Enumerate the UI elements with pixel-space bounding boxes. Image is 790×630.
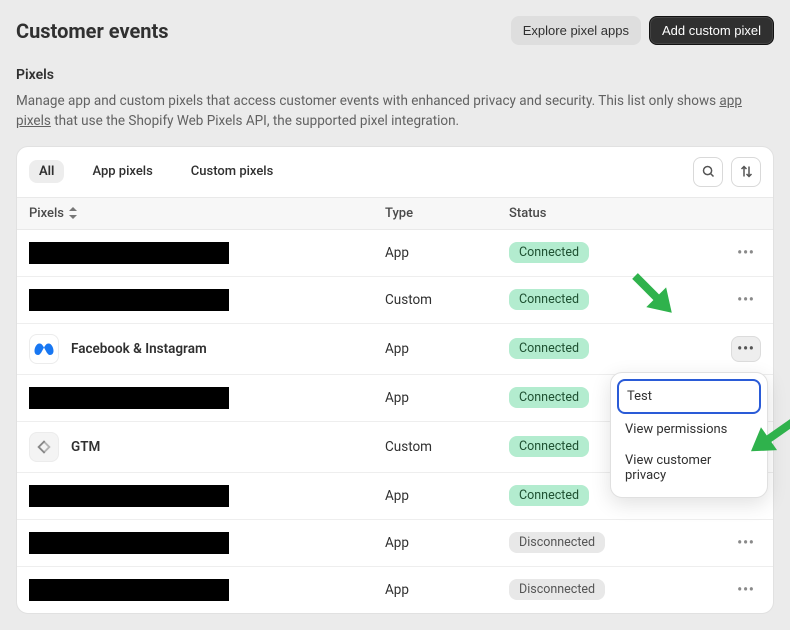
column-header-pixels[interactable]: Pixels bbox=[29, 206, 385, 221]
page-title: Customer events bbox=[16, 19, 169, 43]
redacted-name bbox=[29, 289, 229, 311]
cell-type: App bbox=[385, 535, 509, 551]
redacted-name bbox=[29, 485, 229, 507]
cell-actions: ••• bbox=[649, 577, 761, 603]
more-icon: ••• bbox=[737, 582, 755, 598]
status-badge: Connected bbox=[509, 242, 589, 263]
cell-status: Connected bbox=[509, 289, 649, 310]
table-row: AppDisconnected ••• bbox=[17, 520, 773, 567]
section-description: Manage app and custom pixels that access… bbox=[16, 91, 774, 132]
search-icon bbox=[701, 164, 716, 179]
cell-actions: ••• bbox=[649, 530, 761, 556]
cell-type: App bbox=[385, 341, 509, 357]
row-actions-popover: Test View permissions View customer priv… bbox=[610, 372, 768, 498]
cell-type: Custom bbox=[385, 439, 509, 455]
page-header: Customer events Explore pixel apps Add c… bbox=[16, 16, 774, 45]
cell-type: App bbox=[385, 245, 509, 261]
pixel-name: GTM bbox=[71, 439, 100, 455]
cell-name bbox=[29, 532, 385, 554]
column-header-status: Status bbox=[509, 206, 649, 221]
column-header-type: Type bbox=[385, 206, 509, 221]
more-icon: ••• bbox=[737, 292, 755, 308]
status-badge: Connected bbox=[509, 289, 589, 310]
status-badge: Connected bbox=[509, 387, 589, 408]
toolbar-icons bbox=[693, 157, 761, 187]
status-badge: Disconnected bbox=[509, 579, 605, 600]
redacted-name bbox=[29, 532, 229, 554]
cell-type: Custom bbox=[385, 292, 509, 308]
sort-button[interactable] bbox=[731, 157, 761, 187]
cell-name bbox=[29, 579, 385, 601]
cell-name bbox=[29, 242, 385, 264]
status-badge: Connected bbox=[509, 436, 589, 457]
table-row: Facebook & Instagram AppConnected ••• bbox=[17, 324, 773, 375]
cell-name: Facebook & Instagram bbox=[29, 334, 385, 364]
popover-item-view-permissions[interactable]: View permissions bbox=[617, 414, 761, 445]
more-icon: ••• bbox=[737, 341, 755, 357]
desc-text-pre: Manage app and custom pixels that access… bbox=[16, 93, 719, 109]
table-row: AppDisconnected ••• bbox=[17, 567, 773, 613]
explore-pixel-apps-button[interactable]: Explore pixel apps bbox=[511, 16, 641, 45]
pixel-name: Facebook & Instagram bbox=[71, 341, 207, 357]
cell-status: Connected bbox=[509, 338, 649, 359]
filter-tabs: All App pixels Custom pixels bbox=[29, 160, 283, 183]
tab-custom-pixels[interactable]: Custom pixels bbox=[181, 160, 284, 183]
table-row: AppConnected ••• bbox=[17, 230, 773, 277]
cell-name bbox=[29, 387, 385, 409]
more-actions-button[interactable]: ••• bbox=[731, 530, 761, 556]
gtm-icon bbox=[29, 432, 59, 462]
column-header-pixels-label: Pixels bbox=[29, 206, 64, 221]
more-actions-button[interactable]: ••• bbox=[731, 336, 761, 362]
more-icon: ••• bbox=[737, 245, 755, 261]
table-header-row: Pixels Type Status bbox=[17, 197, 773, 230]
cell-actions: ••• bbox=[649, 336, 761, 362]
cell-name: GTM bbox=[29, 432, 385, 462]
redacted-name bbox=[29, 242, 229, 264]
sort-icon bbox=[739, 164, 754, 179]
meta-icon bbox=[29, 334, 59, 364]
section-heading: Pixels bbox=[16, 67, 774, 83]
popover-item-view-privacy[interactable]: View customer privacy bbox=[617, 445, 761, 491]
tab-all[interactable]: All bbox=[29, 160, 64, 183]
more-actions-button[interactable]: ••• bbox=[731, 577, 761, 603]
status-badge: Connected bbox=[509, 338, 589, 359]
redacted-name bbox=[29, 579, 229, 601]
redacted-name bbox=[29, 387, 229, 409]
cell-type: App bbox=[385, 390, 509, 406]
header-actions: Explore pixel apps Add custom pixel bbox=[511, 16, 774, 45]
search-button[interactable] bbox=[693, 157, 723, 187]
cell-status: Disconnected bbox=[509, 532, 649, 553]
cell-type: App bbox=[385, 582, 509, 598]
more-actions-button[interactable]: ••• bbox=[731, 287, 761, 313]
cell-type: App bbox=[385, 488, 509, 504]
cell-actions: ••• bbox=[649, 240, 761, 266]
cell-status: Disconnected bbox=[509, 579, 649, 600]
add-custom-pixel-button[interactable]: Add custom pixel bbox=[649, 16, 774, 45]
desc-text-post: that use the Shopify Web Pixels API, the… bbox=[51, 113, 459, 129]
sort-caret-icon bbox=[68, 207, 78, 219]
status-badge: Disconnected bbox=[509, 532, 605, 553]
tab-app-pixels[interactable]: App pixels bbox=[82, 160, 162, 183]
cell-name bbox=[29, 289, 385, 311]
more-actions-button[interactable]: ••• bbox=[731, 240, 761, 266]
cell-status: Connected bbox=[509, 242, 649, 263]
status-badge: Connected bbox=[509, 485, 589, 506]
popover-item-test[interactable]: Test bbox=[617, 379, 761, 414]
more-icon: ••• bbox=[737, 535, 755, 551]
cell-name bbox=[29, 485, 385, 507]
table-toolbar: All App pixels Custom pixels bbox=[17, 147, 773, 197]
